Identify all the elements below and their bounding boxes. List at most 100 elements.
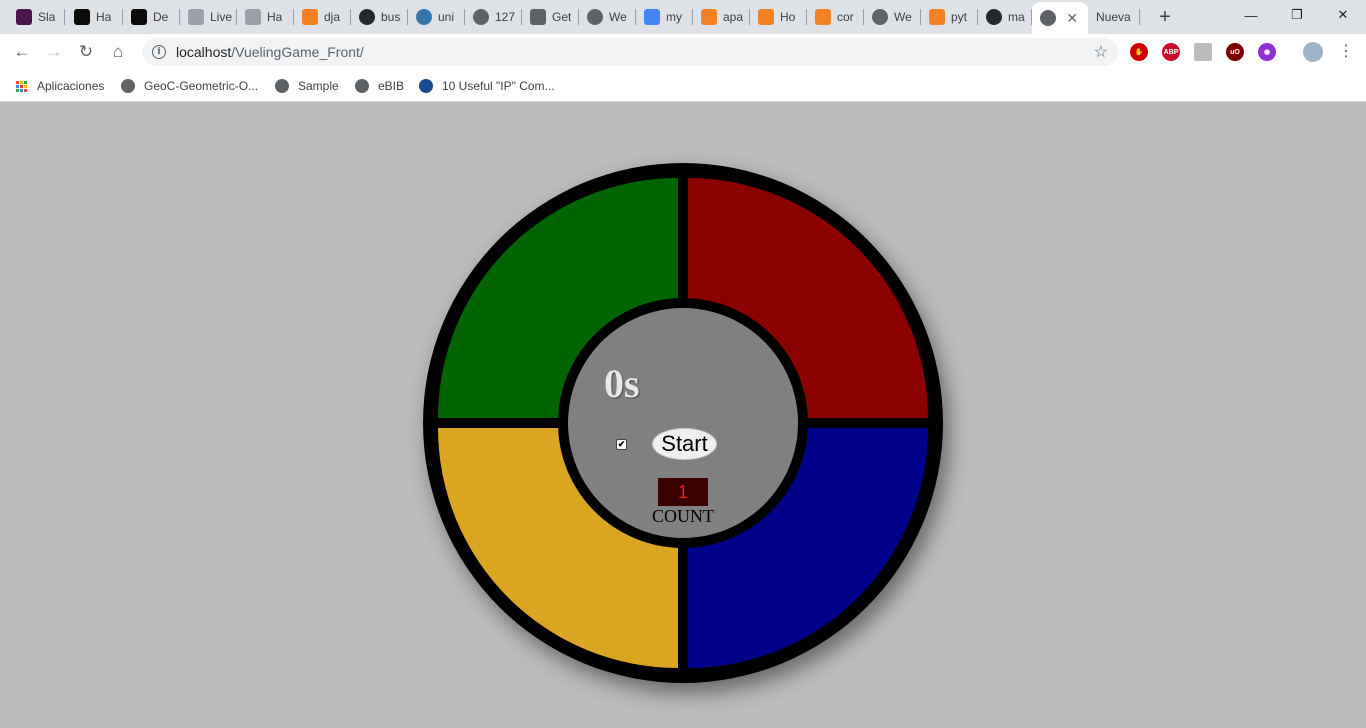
google-icon	[644, 9, 660, 25]
tab[interactable]: Ha	[237, 0, 294, 34]
tab-title: De	[153, 10, 169, 24]
tab-title: ma	[1008, 10, 1025, 24]
url-host: localhost	[176, 44, 232, 60]
home-icon[interactable]: ⌂	[106, 40, 130, 64]
maximize-button[interactable]: ❐	[1274, 0, 1320, 30]
tab[interactable]: We	[864, 0, 921, 34]
start-button[interactable]: Start	[652, 428, 717, 460]
bookmark-label: Sample	[298, 79, 339, 93]
globe-icon	[872, 9, 888, 25]
devto-icon	[74, 9, 90, 25]
tab-title: 127	[495, 10, 516, 24]
bookmark-item[interactable]: GeoC-Geometric-O...	[121, 76, 258, 96]
tab-separator	[1139, 9, 1140, 25]
tab-title: Nueva	[1096, 10, 1131, 24]
reload-icon[interactable]: ↻	[74, 40, 98, 64]
tab-title: Ha	[267, 10, 283, 24]
tab-title: apa	[723, 10, 744, 24]
stackoverflow-icon	[815, 9, 831, 25]
count-display: 1	[658, 478, 708, 506]
tab[interactable]: ✕	[1032, 2, 1088, 34]
purple-ext-icon[interactable]: ◉	[1258, 43, 1276, 61]
tab-strip: Sla Ha De Live Ha dja bus uni 127 Get We my apa Ho cor…	[0, 0, 1366, 34]
apps-grid-icon	[16, 80, 27, 92]
globe-icon	[355, 79, 369, 93]
tab[interactable]: De	[123, 0, 180, 34]
tab[interactable]: pyt	[921, 0, 978, 34]
forward-icon[interactable]: →	[42, 40, 66, 64]
tab-title: We	[894, 10, 912, 24]
bookmark-item[interactable]: 10 Useful "IP" Com...	[419, 76, 555, 96]
tab[interactable]: bus	[351, 0, 408, 34]
bookmark-label: GeoC-Geometric-O...	[144, 79, 259, 93]
bookmark-item[interactable]: Sample	[275, 76, 339, 96]
github-icon	[986, 9, 1002, 25]
github-icon	[359, 9, 375, 25]
site-info-icon[interactable]: i	[152, 45, 166, 59]
stackoverflow-icon	[302, 9, 318, 25]
tab-title: pyt	[951, 10, 968, 24]
tab[interactable]: Sla	[8, 0, 65, 34]
tab[interactable]: dja	[294, 0, 351, 34]
tab-title: Sla	[38, 10, 56, 24]
globe-icon	[1040, 10, 1056, 26]
browser-toolbar: ← → ↻ ⌂ i localhost/VuelingGame_Front/ ☆…	[0, 34, 1366, 70]
bookmark-item[interactable]: eBIB	[355, 76, 404, 96]
control-panel-ring: 0s ✔ Start 1 COUNT	[558, 298, 808, 548]
new-tab-button[interactable]: +	[1154, 6, 1176, 28]
devto-icon	[131, 9, 147, 25]
address-bar[interactable]: i localhost/VuelingGame_Front/ ☆	[142, 38, 1118, 66]
tab[interactable]: uni	[408, 0, 465, 34]
url-text[interactable]: localhost/VuelingGame_Front/	[176, 44, 364, 60]
tab[interactable]: cor	[807, 0, 864, 34]
tab[interactable]: Live	[180, 0, 237, 34]
globe-icon	[587, 9, 603, 25]
stackoverflow-icon	[758, 9, 774, 25]
stackoverflow-icon	[701, 9, 717, 25]
close-window-button[interactable]: ✕	[1320, 0, 1366, 30]
page-ext-icon[interactable]	[1194, 43, 1212, 61]
timer-display: 0s	[604, 361, 640, 406]
tab-title: dja	[324, 10, 341, 24]
tab[interactable]: Get	[522, 0, 579, 34]
tab[interactable]: Ho	[750, 0, 807, 34]
tab-title: my	[666, 10, 682, 24]
tab[interactable]: Ha	[66, 0, 123, 34]
minimize-button[interactable]: —	[1228, 0, 1274, 30]
bookmark-label: eBIB	[378, 79, 405, 93]
tab-title: uni	[438, 10, 455, 24]
profile-avatar[interactable]	[1303, 42, 1323, 62]
strict-mode-checkbox[interactable]: ✔	[616, 439, 627, 450]
tab[interactable]: Nueva	[1088, 0, 1140, 34]
tab[interactable]: apa	[693, 0, 750, 34]
page-content: 0s ✔ Start 1 COUNT	[0, 102, 1366, 728]
liveshare-icon	[188, 9, 204, 25]
tab[interactable]: ma	[978, 0, 1032, 34]
bookmark-label: Aplicaciones	[37, 79, 105, 93]
tab-title: cor	[837, 10, 854, 24]
tab-separator	[64, 9, 65, 25]
bookmarks-bar: Aplicaciones GeoC-Geometric-O... Sample eBI…	[0, 70, 1366, 102]
document-icon	[530, 9, 546, 25]
adblock-plus-icon[interactable]: ABP	[1162, 43, 1180, 61]
count-label: COUNT	[652, 506, 714, 526]
control-panel: 0s ✔ Start 1 COUNT	[568, 308, 798, 538]
close-tab-icon[interactable]: ✕	[1066, 10, 1078, 27]
stackoverflow-icon	[929, 9, 945, 25]
slack-icon	[16, 9, 32, 25]
globe-icon	[275, 79, 289, 93]
url-path: /VuelingGame_Front/	[231, 44, 364, 60]
bookmark-site-icon	[419, 79, 433, 93]
tab[interactable]: 127	[465, 0, 522, 34]
back-icon[interactable]: ←	[10, 40, 34, 64]
bookmark-label: 10 Useful "IP" Com...	[442, 79, 555, 93]
ublock-icon[interactable]: uO	[1226, 43, 1244, 61]
tab[interactable]: We	[579, 0, 636, 34]
browser-menu-icon[interactable]: ⋮	[1338, 42, 1354, 62]
tab[interactable]: my	[636, 0, 693, 34]
liveshare-icon	[245, 9, 261, 25]
bookmark-star-icon[interactable]: ☆	[1094, 42, 1108, 62]
simon-game-board: 0s ✔ Start 1 COUNT	[423, 163, 943, 683]
bookmark-item[interactable]: Aplicaciones	[16, 76, 104, 96]
block-ext-icon[interactable]: ✋	[1130, 43, 1148, 61]
